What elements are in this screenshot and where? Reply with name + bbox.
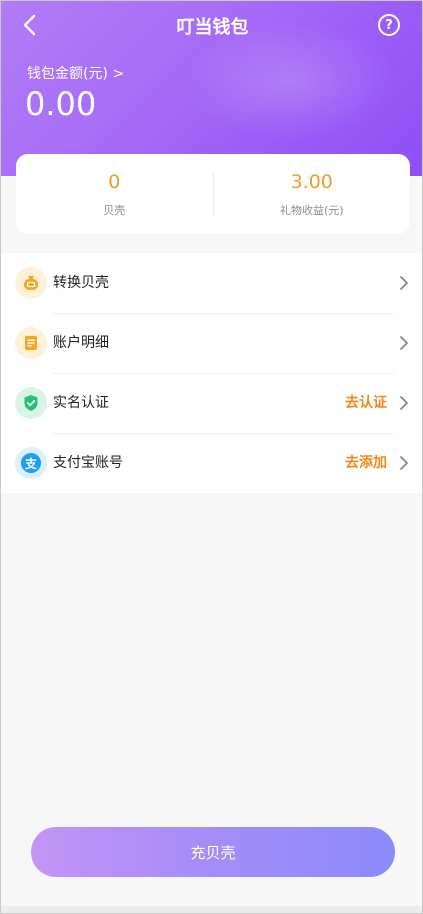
stat-gift-income-value: 3.00: [290, 171, 333, 193]
chevron-right-icon: [400, 456, 408, 470]
menu-item-account-details[interactable]: 账户明细: [1, 313, 422, 373]
shield-verify-icon: [15, 387, 47, 419]
add-alipay-action-link[interactable]: 去添加: [345, 433, 387, 493]
help-button[interactable]: ?: [378, 14, 400, 36]
stat-shells[interactable]: 0 贝壳: [16, 170, 213, 218]
stat-shells-value: 0: [108, 171, 121, 193]
menu-item-real-name-verify[interactable]: 实名认证 去认证: [1, 373, 422, 433]
chevron-right-icon: [400, 276, 408, 290]
alipay-glyph: 支: [21, 453, 41, 473]
wallet-header: 叮当钱包 ? 钱包金额(元) > 0.00: [1, 1, 422, 176]
account-details-icon: [15, 327, 47, 359]
wallet-screen: 叮当钱包 ? 钱包金额(元) > 0.00 0 贝壳 3.00 礼物收益(元): [0, 0, 423, 914]
stat-gift-income-label: 礼物收益(元): [279, 204, 344, 217]
stat-gift-income[interactable]: 3.00 礼物收益(元): [214, 170, 411, 218]
bottom-bar: [1, 906, 422, 913]
menu-item-alipay-account[interactable]: 支 支付宝账号 去添加: [1, 433, 422, 493]
page-title: 叮当钱包: [176, 17, 249, 38]
help-icon: ?: [385, 17, 393, 33]
chevron-right-icon: [400, 396, 408, 410]
menu-label-account-details: 账户明细: [53, 335, 109, 351]
wallet-amount-value: 0.00: [25, 85, 97, 123]
alipay-icon: 支: [15, 447, 47, 479]
verify-action-link[interactable]: 去认证: [345, 373, 387, 433]
menu-item-convert-shells[interactable]: 转换贝壳: [1, 253, 422, 313]
menu-label-alipay-account: 支付宝账号: [53, 455, 123, 471]
shell-exchange-icon: [15, 267, 47, 299]
menu-label-convert-shells: 转换贝壳: [53, 275, 109, 291]
chevron-right-icon: [400, 336, 408, 350]
menu-label-real-name-verify: 实名认证: [53, 395, 109, 411]
stat-shells-label: 贝壳: [103, 204, 126, 217]
menu-list: 转换贝壳 账户明细 实名认证 去认证 支 支付宝账号 去添加: [1, 253, 422, 493]
wallet-amount-label[interactable]: 钱包金额(元) >: [27, 63, 124, 83]
recharge-shells-button[interactable]: 充贝壳: [31, 827, 395, 877]
stats-card: 0 贝壳 3.00 礼物收益(元): [16, 154, 410, 234]
